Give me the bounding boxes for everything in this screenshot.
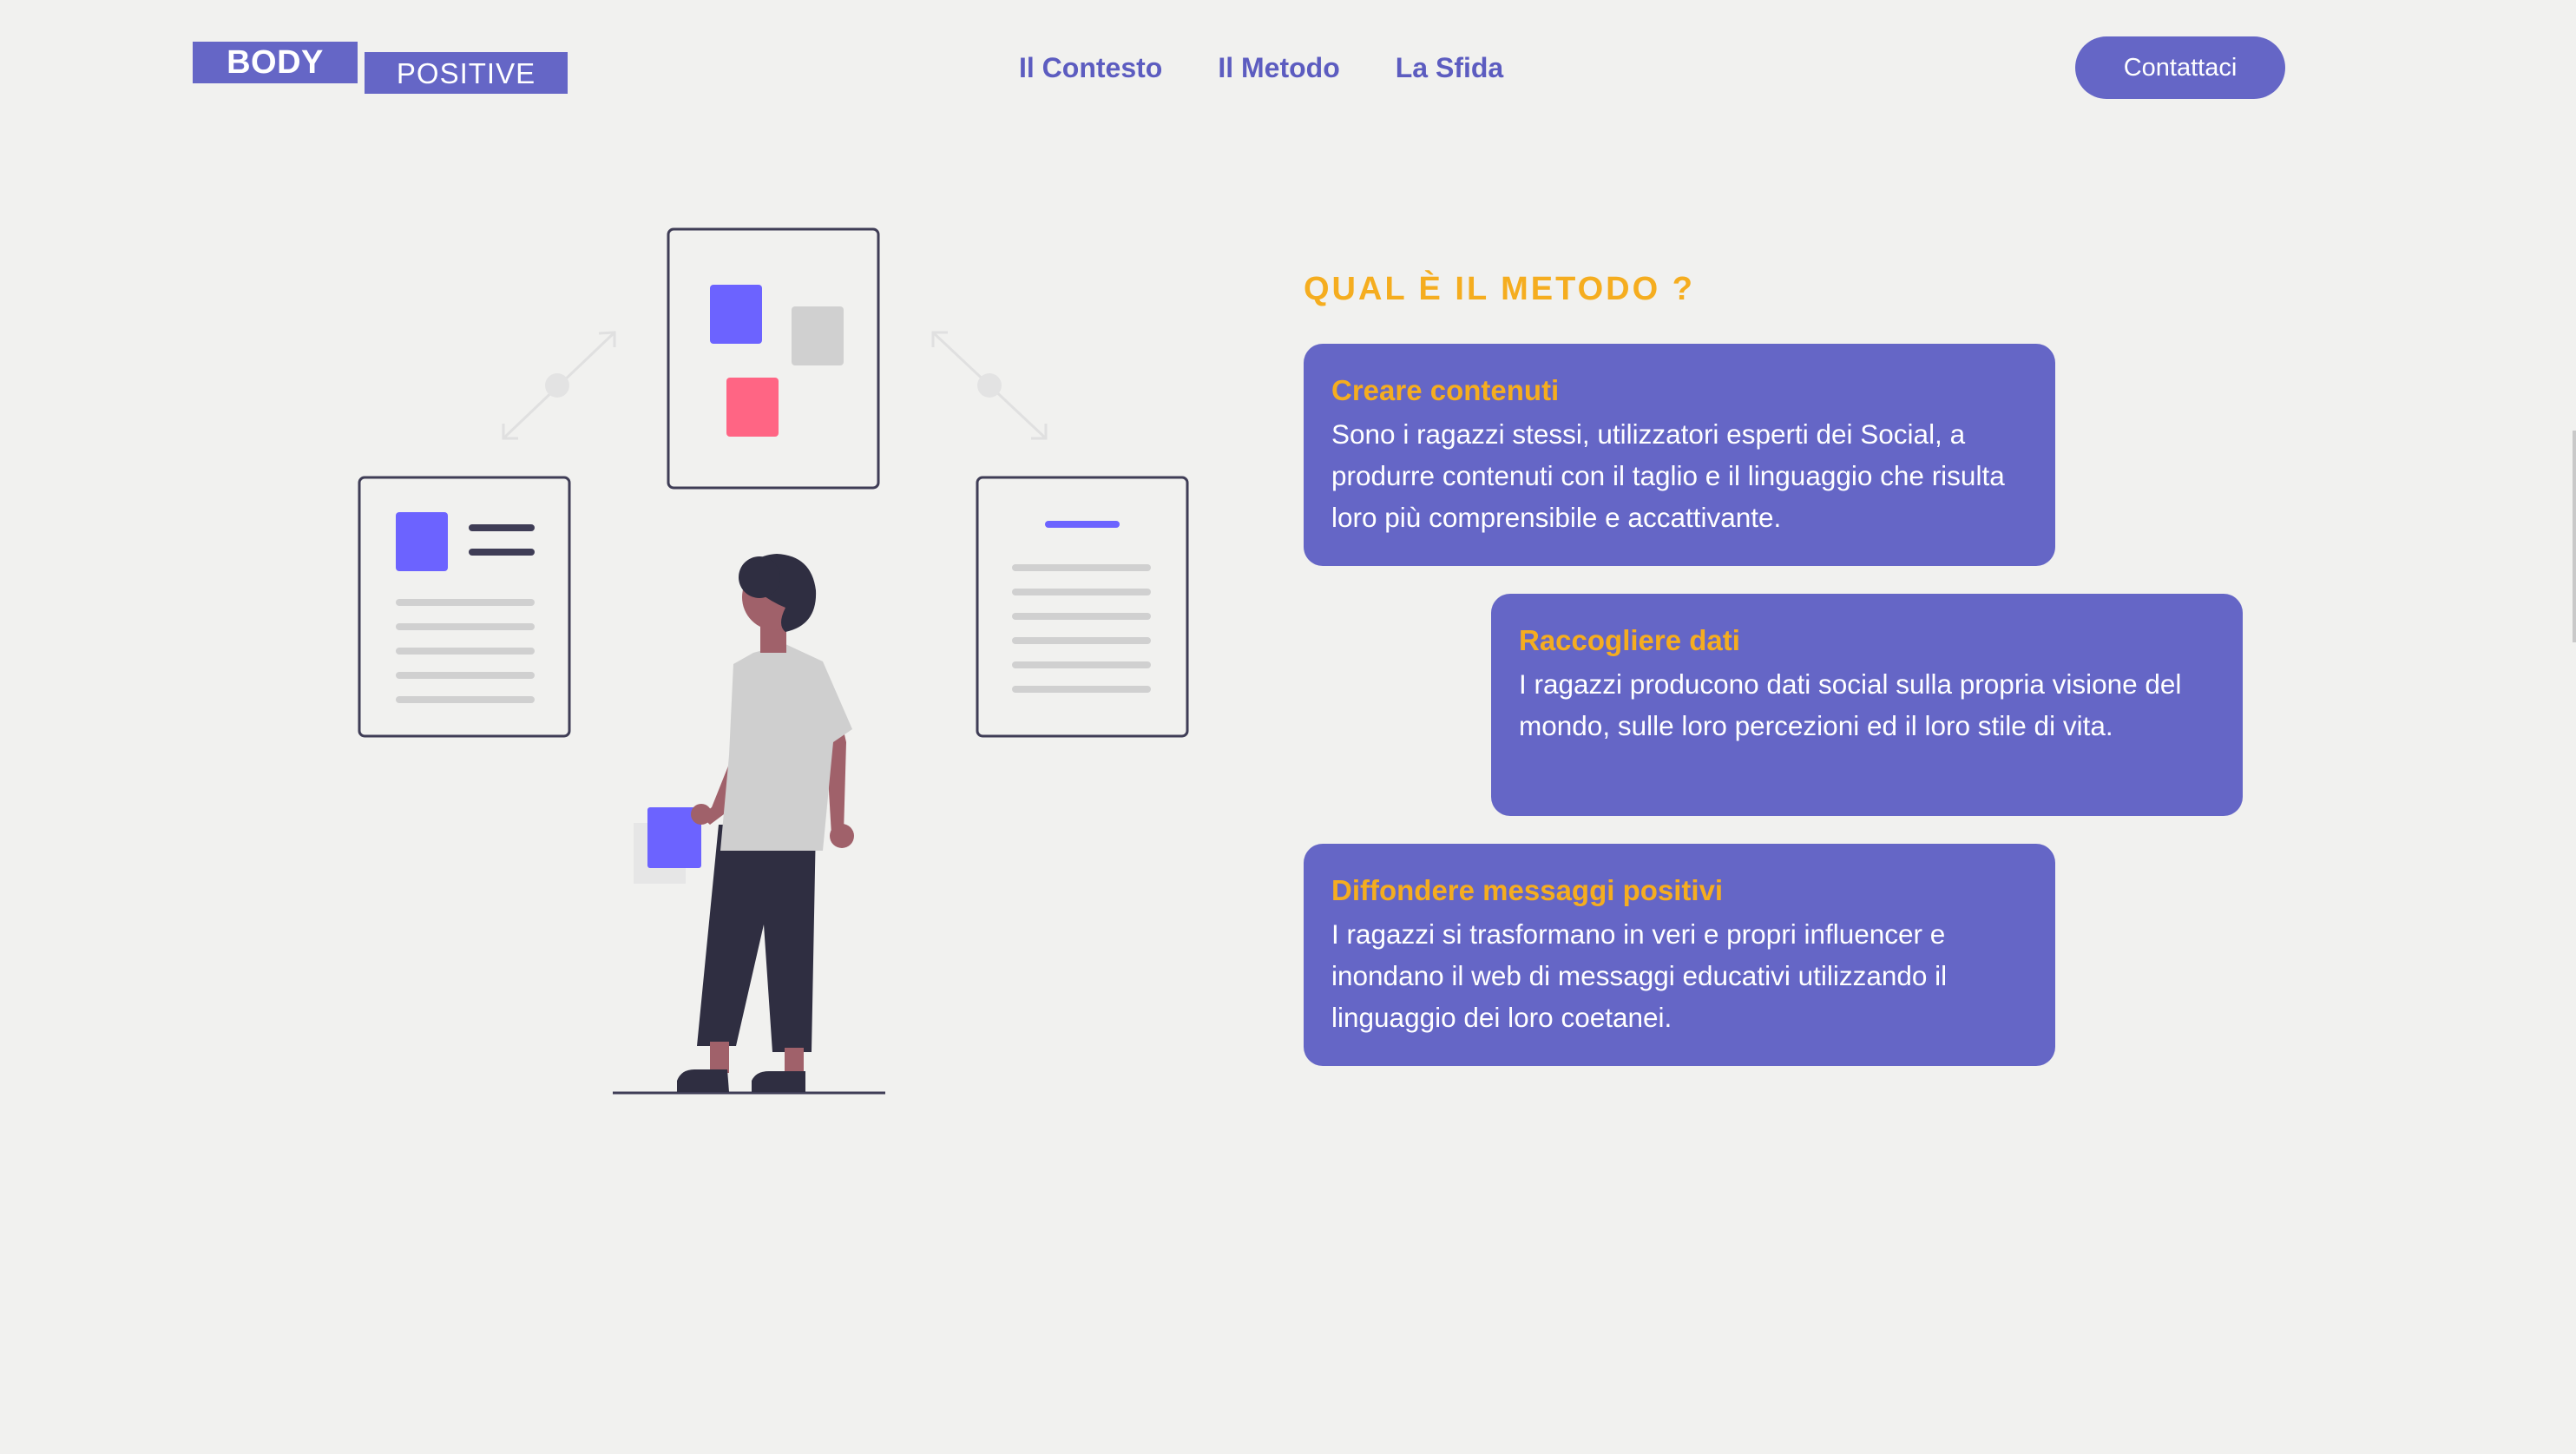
scrollbar-thumb[interactable] [2573, 431, 2576, 642]
method-card-title: Raccogliere dati [1519, 624, 1740, 656]
section-title: QUAL È IL METODO ? [1304, 271, 1695, 307]
logo[interactable]: BODY POSITIVE [193, 42, 568, 94]
nav-link-contesto[interactable]: Il Contesto [1019, 47, 1162, 89]
method-card-text: Sono i ragazzi stessi, utilizzatori espe… [1331, 418, 2005, 533]
method-card: Creare contenuti Sono i ragazzi stessi, … [1304, 344, 2055, 566]
person-viewing-documents-illustration [358, 227, 1189, 1095]
main-nav: Il Contesto Il Metodo La Sfida [1019, 47, 1503, 89]
left-document [358, 476, 571, 738]
method-card: Diffondere messaggi positivi I ragazzi s… [1304, 844, 2055, 1066]
right-document [976, 476, 1189, 738]
arrow-right-icon [931, 331, 1048, 440]
logo-positive-word: POSITIVE [365, 52, 568, 94]
method-card-text: I ragazzi si trasformano in veri e propr… [1331, 918, 1948, 1033]
top-document [667, 227, 880, 490]
method-card-title: Creare contenuti [1331, 374, 1560, 406]
method-card-title: Diffondere messaggi positivi [1331, 874, 1724, 906]
nav-link-metodo[interactable]: Il Metodo [1218, 47, 1339, 89]
arrow-left-icon [502, 331, 616, 440]
person-figure [613, 554, 885, 1095]
method-card-text: I ragazzi producono dati social sulla pr… [1519, 668, 2182, 741]
logo-body-word: BODY [193, 42, 358, 83]
nav-link-sfida[interactable]: La Sfida [1396, 47, 1503, 89]
contact-button[interactable]: Contattaci [2075, 36, 2285, 99]
method-card: Raccogliere dati I ragazzi producono dat… [1491, 594, 2243, 816]
